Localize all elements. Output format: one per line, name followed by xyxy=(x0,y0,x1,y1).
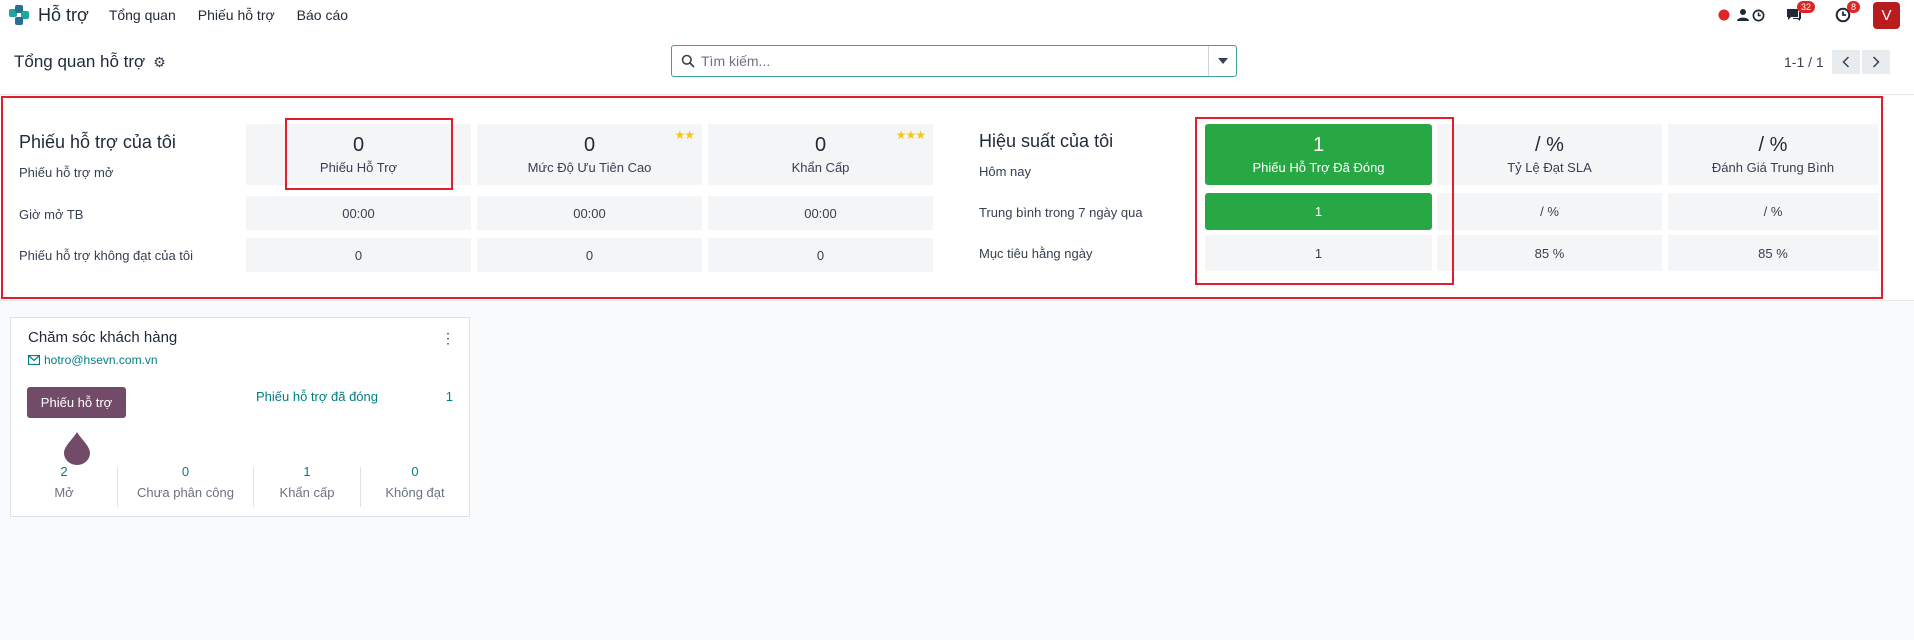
my-performance-title: Hiệu suất của tôi xyxy=(979,131,1114,151)
menu-reporting[interactable]: Báo cáo xyxy=(297,7,348,23)
pager-value[interactable]: 1-1 / 1 xyxy=(1784,54,1824,70)
high-priority-failed[interactable]: 0 xyxy=(477,238,702,272)
high-priority-avg-open[interactable]: 00:00 xyxy=(477,196,702,230)
messages-badge: 32 xyxy=(1797,1,1816,13)
row-label-target: Mục tiêu hằng ngày xyxy=(979,246,1093,261)
page-title-text: Tổng quan hỗ trợ xyxy=(14,52,146,71)
stat-urgent[interactable]: 1 Khẩn cấp xyxy=(254,464,360,508)
urgent-avg-open[interactable]: 00:00 xyxy=(708,196,933,230)
stat-urgent-value: 1 xyxy=(303,464,311,479)
urgent-failed[interactable]: 0 xyxy=(708,238,933,272)
avg-rating-target[interactable]: 85 % xyxy=(1668,235,1878,271)
helpdesk-dashboard: Phiếu hỗ trợ của tôi Phiếu hỗ trợ mở Giờ… xyxy=(0,96,1914,301)
helpdesk-app-icon xyxy=(8,4,30,26)
row-label-open: Phiếu hỗ trợ mở xyxy=(19,165,114,180)
closed-today-label: Phiếu Hỗ Trợ Đã Đóng xyxy=(1252,160,1385,175)
stat-failed[interactable]: 0 Không đạt xyxy=(361,464,469,508)
stat-unassigned-value: 0 xyxy=(181,464,190,479)
sla-rate-cell[interactable]: / % Tỷ Lệ Đạt SLA xyxy=(1437,124,1662,185)
closed-target[interactable]: 1 xyxy=(1205,235,1432,271)
menu-tickets[interactable]: Phiếu hỗ trợ xyxy=(198,7,275,23)
pager-previous-button[interactable] xyxy=(1831,50,1860,74)
my-tickets-label: Phiếu Hỗ Trợ xyxy=(319,160,398,175)
three-stars-icon: ★★★ xyxy=(895,128,926,142)
search-icon xyxy=(681,54,695,68)
gear-icon[interactable]: ⚙ xyxy=(153,54,166,71)
team-email[interactable]: hotro@hsevn.com.vn xyxy=(28,353,158,367)
high-priority-label: Mức Độ Ưu Tiên Cao xyxy=(527,160,652,175)
urgent-label: Khẩn Cấp xyxy=(791,160,850,175)
stat-urgent-label: Khẩn cấp xyxy=(279,485,335,500)
stat-unassigned-label: Chưa phân công xyxy=(137,485,234,500)
team-card: Chăm sóc khách hàng ⋮ hotro@hsevn.com.vn… xyxy=(10,317,470,517)
my-tickets-cell[interactable]: 0 Phiếu Hỗ Trợ xyxy=(246,124,471,185)
caret-down-icon xyxy=(1217,58,1228,64)
my-tickets-avg-open[interactable]: 00:00 xyxy=(246,196,471,230)
search-input[interactable] xyxy=(701,53,1191,69)
closed-tickets-count[interactable]: 1 xyxy=(446,389,453,404)
team-email-text: hotro@hsevn.com.vn xyxy=(44,353,158,367)
team-name[interactable]: Chăm sóc khách hàng xyxy=(28,329,177,346)
two-stars-icon: ★★ xyxy=(674,128,694,142)
pager: 1-1 / 1 xyxy=(1784,50,1890,74)
envelope-icon xyxy=(28,355,40,365)
stat-unassigned[interactable]: 0 Chưa phân công xyxy=(118,464,253,508)
high-priority-count: 0 xyxy=(583,134,596,156)
closed-today-count: 1 xyxy=(1312,134,1325,156)
avg-rating-label: Đánh Giá Trung Bình xyxy=(1711,160,1835,175)
closed-tickets-link[interactable]: Phiếu hỗ trợ đã đóng xyxy=(256,389,378,404)
row-label-avg7: Trung bình trong 7 ngày qua xyxy=(979,205,1143,220)
search-bar xyxy=(671,45,1237,77)
status-dot-icon[interactable] xyxy=(1718,9,1730,21)
closed-avg7[interactable]: 1 xyxy=(1205,193,1432,230)
progress-drop-icon xyxy=(63,431,91,468)
systray: 32 8 V xyxy=(1718,0,1914,30)
my-tickets-failed[interactable]: 0 xyxy=(246,238,471,272)
pager-next-button[interactable] xyxy=(1861,50,1890,74)
stat-open[interactable]: 2 Mở xyxy=(11,464,117,508)
urgent-cell[interactable]: ★★★ 0 Khẩn Cấp xyxy=(708,124,933,185)
avg-rating-avg7[interactable]: / % xyxy=(1668,193,1878,230)
messages-icon[interactable]: 32 xyxy=(1785,1,1816,23)
my-tickets-count: 0 xyxy=(352,134,365,156)
stat-failed-value: 0 xyxy=(411,464,419,479)
app-name: Hỗ trợ xyxy=(38,4,89,25)
avg-rating-cell[interactable]: / % Đánh Giá Trung Bình xyxy=(1668,124,1878,185)
row-label-failed: Phiếu hỗ trợ không đạt của tôi xyxy=(19,248,194,263)
sla-rate-label: Tỷ Lệ Đạt SLA xyxy=(1507,160,1592,175)
top-navbar: Hỗ trợ Tổng quan Phiếu hỗ trợ Báo cáo 32… xyxy=(0,0,1914,30)
sla-rate-target[interactable]: 85 % xyxy=(1437,235,1662,271)
my-tickets-title: Phiếu hỗ trợ của tôi xyxy=(19,132,176,152)
sla-rate-avg7[interactable]: / % xyxy=(1437,193,1662,230)
high-priority-cell[interactable]: ★★ 0 Mức Độ Ưu Tiên Cao xyxy=(477,124,702,185)
user-avatar[interactable]: V xyxy=(1873,1,1900,29)
row-label-today: Hôm nay xyxy=(979,164,1032,179)
chevron-right-icon xyxy=(1872,56,1880,68)
activities-icon[interactable]: 8 xyxy=(1835,1,1861,23)
sla-rate-value: / % xyxy=(1535,134,1564,156)
stat-failed-label: Không đạt xyxy=(385,485,445,500)
search-options-toggle[interactable] xyxy=(1208,46,1236,76)
control-panel: Tổng quan hỗ trợ ⚙ 1-1 / 1 xyxy=(0,30,1914,95)
clock-icon[interactable] xyxy=(1752,9,1765,22)
stat-open-value: 2 xyxy=(60,464,68,479)
urgent-count: 0 xyxy=(814,134,827,156)
chevron-left-icon xyxy=(1842,56,1849,68)
avg-rating-value: / % xyxy=(1758,134,1788,156)
row-label-avg-open: Giờ mở TB xyxy=(19,207,84,222)
stat-open-label: Mở xyxy=(54,485,74,500)
kebab-menu-icon[interactable]: ⋮ xyxy=(441,330,455,347)
tickets-button[interactable]: Phiếu hỗ trợ xyxy=(27,387,126,418)
closed-today-cell[interactable]: 1 Phiếu Hỗ Trợ Đã Đóng xyxy=(1205,124,1432,185)
activities-badge: 8 xyxy=(1847,1,1861,13)
user-icon[interactable] xyxy=(1736,8,1750,22)
menu-overview[interactable]: Tổng quan xyxy=(109,7,176,23)
app-brand[interactable]: Hỗ trợ xyxy=(8,4,89,26)
page-title: Tổng quan hỗ trợ ⚙ xyxy=(14,52,166,72)
